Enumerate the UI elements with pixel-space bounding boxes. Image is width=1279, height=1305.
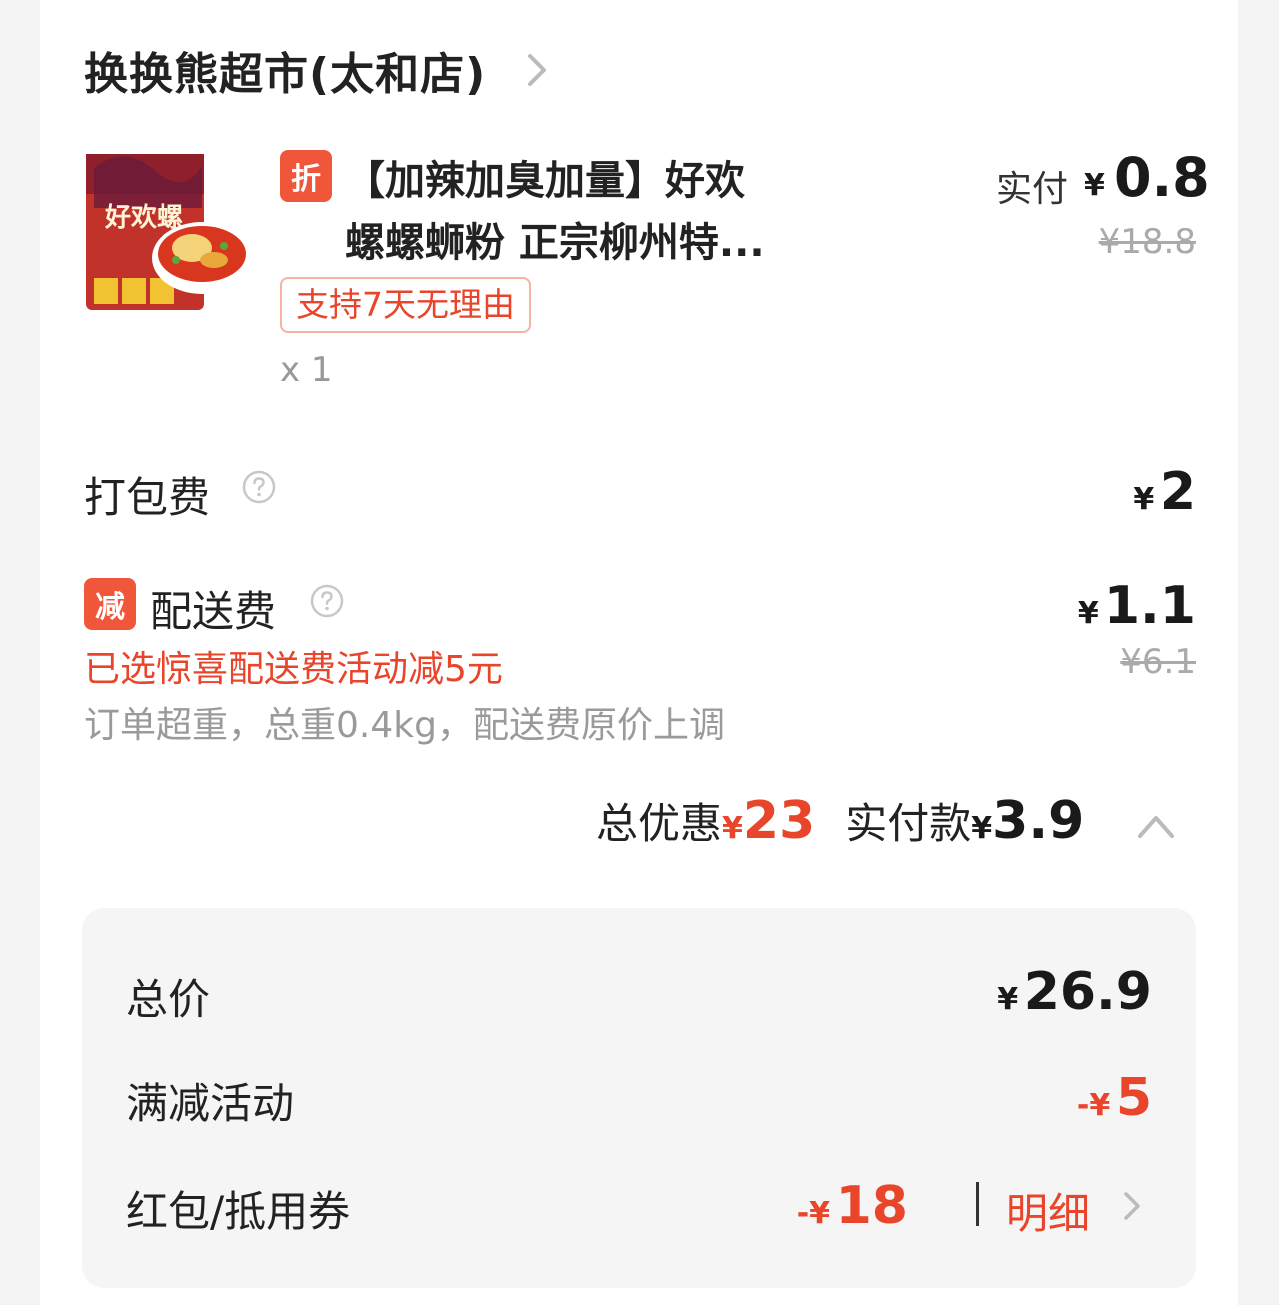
payment-summary[interactable]: 总优惠 ¥ 23 实付款 ¥ 3.9 [596, 790, 1084, 851]
chevron-up-icon[interactable] [1136, 808, 1176, 842]
reduction-tag: 减 [84, 578, 136, 630]
help-icon[interactable] [310, 584, 344, 618]
product-quantity: x 1 [280, 350, 333, 390]
return-policy-badge: 支持7天无理由 [280, 277, 531, 333]
total-price-amount: 26.9 [1023, 962, 1152, 1022]
coupon-value: -¥ 18 [797, 1176, 908, 1236]
product-title-line1: 【加辣加臭加量】好欢 [345, 158, 745, 204]
product-image[interactable]: 好欢螺 [84, 148, 254, 316]
fullcut-label: 满减活动 [126, 1079, 295, 1128]
packing-fee-label: 打包费 [84, 473, 211, 522]
product-title[interactable]: 【加辣加臭加量】好欢 螺螺蛳粉 正宗柳州特... [345, 150, 865, 274]
total-discount-label: 总优惠 [596, 799, 723, 848]
packing-fee-value: ¥ 2 [1133, 462, 1196, 522]
delivery-fee-currency: ¥ [1077, 596, 1099, 631]
packing-fee-currency: ¥ [1133, 482, 1155, 517]
product-title-line2: 螺螺蛳粉 正宗柳州特... [345, 220, 765, 266]
discount-tag: 折 [280, 150, 332, 202]
fullcut-prefix: -¥ [1076, 1088, 1111, 1123]
amount-paid-label: 实付款 [845, 799, 972, 848]
product-image-text: 好欢螺 [104, 203, 183, 233]
item-paid-label: 实付 [996, 169, 1069, 210]
chevron-right-icon[interactable] [1118, 1188, 1146, 1224]
total-price-value: ¥ 26.9 [997, 962, 1152, 1022]
delivery-fee-label: 配送费 [150, 587, 277, 636]
packing-fee-amount: 2 [1159, 462, 1196, 522]
delivery-fee-value: ¥ 1.1 [1078, 576, 1196, 636]
delivery-promo-note: 已选惊喜配送费活动减5元 [84, 649, 503, 690]
amount-paid-value: 3.9 [992, 791, 1085, 851]
divider [976, 1182, 979, 1226]
item-paid-value: 0.8 [1114, 146, 1210, 209]
item-paid-currency: ¥ [1084, 168, 1105, 203]
order-card: 换换熊超市(太和店) 好欢螺 折 【加辣加臭加量】好欢 螺螺蛳粉 正宗柳州特..… [40, 0, 1238, 1305]
total-discount-value: 23 [742, 791, 816, 851]
coupon-amount: 18 [835, 1176, 908, 1236]
chevron-right-icon[interactable] [518, 50, 554, 90]
coupon-prefix: -¥ [796, 1196, 831, 1231]
total-price-currency: ¥ [997, 982, 1019, 1017]
item-original-price: ¥18.8 [1098, 222, 1196, 262]
fullcut-amount: 5 [1115, 1068, 1152, 1128]
delivery-weight-note: 订单超重，总重0.4kg，配送费原价上调 [84, 705, 725, 746]
delivery-fee-original: ¥6.1 [1120, 642, 1196, 682]
delivery-fee-amount: 1.1 [1103, 576, 1196, 636]
store-name[interactable]: 换换熊超市(太和店) [84, 38, 486, 102]
amount-paid-currency: ¥ [971, 811, 993, 846]
coupon-detail-link[interactable]: 明细 [1006, 1180, 1090, 1241]
total-price-label: 总价 [126, 975, 211, 1024]
help-icon[interactable] [242, 470, 276, 504]
coupon-label: 红包/抵用券 [126, 1187, 351, 1236]
fullcut-value: -¥ 5 [1077, 1068, 1152, 1128]
total-discount-currency: ¥ [722, 811, 743, 846]
